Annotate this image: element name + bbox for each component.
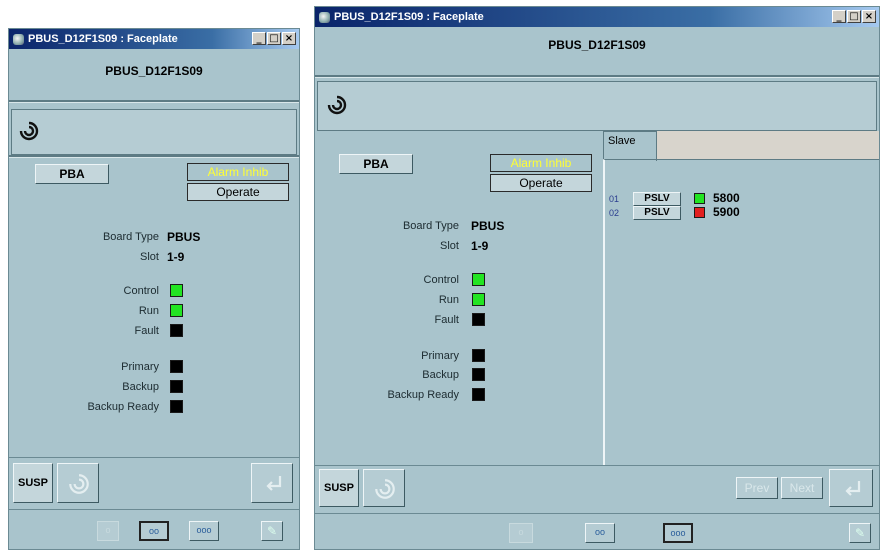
primary-indicator [472,349,485,362]
pba-button[interactable]: PBA [339,154,413,174]
swirl-button[interactable] [363,469,405,507]
operate-button[interactable]: Operate [490,174,592,192]
enter-button[interactable] [829,469,873,507]
faceplate-header: PBUS_D12F1S09 [105,64,203,78]
run-indicator [472,293,485,306]
alarm-inhibit-button[interactable]: Alarm Inhib [490,154,592,172]
window-title: PBUS_D12F1S09 : Faceplate [334,11,484,23]
page-1-button[interactable]: o [97,521,119,541]
slot-value: 1-9 [471,239,489,253]
slave-value: 5800 [713,191,740,205]
pslv-button[interactable]: PSLV [633,206,681,220]
primary-label: Primary [421,350,459,362]
logo-divider [9,155,299,158]
page-2-button[interactable]: oo [139,521,169,541]
swirl-logo-icon [69,474,89,494]
pin-button[interactable]: ✎ [261,521,283,541]
run-indicator [170,304,183,317]
slot-label: Slot [440,240,459,252]
swirl-button[interactable] [57,463,99,503]
header-divider [315,75,879,78]
pslv-button[interactable]: PSLV [633,192,681,206]
tab-slave[interactable]: Slave [603,131,657,161]
control-label: Control [123,285,159,297]
enter-icon [266,476,282,491]
swirl-logo-icon [327,95,347,115]
control-label: Control [423,274,459,286]
board-type-label: Board Type [402,220,459,232]
logo-strip [11,109,297,155]
slot-value: 1-9 [167,250,185,264]
page-2-button[interactable]: oo [585,523,615,543]
page-1-button[interactable]: o [509,523,533,543]
header-divider [9,100,299,103]
footer-divider [9,457,299,458]
pin-button[interactable]: ✎ [849,523,871,543]
susp-button[interactable]: SUSP [13,463,53,503]
page-3-button[interactable]: ooo [189,521,219,541]
pin-icon: ✎ [854,526,866,540]
backup-label: Backup [122,381,159,393]
board-type-label: Board Type [102,231,159,243]
run-label: Run [438,294,459,306]
footer-divider [315,465,879,466]
backup-label: Backup [422,369,459,381]
slave-number: 02 [609,208,620,218]
control-indicator [472,273,485,286]
enter-icon [845,481,861,496]
title-bar[interactable]: PBUS_D12F1S09 : Faceplate _ □ × [315,7,879,27]
logo-strip [317,81,877,131]
faceplate-window-left: PBUS_D12F1S09 : Faceplate _ □ × PBUS_D12… [8,28,300,550]
swirl-logo-icon [19,121,39,141]
app-icon [12,33,25,46]
pager-divider [315,513,879,514]
swirl-logo-icon [375,479,395,499]
control-indicator [170,284,183,297]
backup-ready-indicator [170,400,183,413]
backup-ready-label: Backup Ready [387,389,459,401]
pba-button[interactable]: PBA [35,164,109,184]
page-3-button[interactable]: ooo [663,523,693,543]
next-button[interactable]: Next [781,477,823,499]
maximize-button[interactable]: □ [267,32,281,45]
slave-number: 01 [609,194,620,204]
close-button[interactable]: × [862,10,876,23]
slave-status-indicator [694,207,705,218]
board-type-value: PBUS [471,219,505,233]
enter-button[interactable] [251,463,293,503]
faceplate-header: PBUS_D12F1S09 [548,38,646,52]
slot-label: Slot [140,251,159,263]
operate-button[interactable]: Operate [187,183,289,201]
board-type-value: PBUS [167,230,201,244]
backup-ready-label: Backup Ready [87,401,159,413]
fault-label: Fault [434,314,459,326]
slave-value: 5900 [713,205,740,219]
window-title: PBUS_D12F1S09 : Faceplate [28,33,178,45]
backup-indicator [472,368,485,381]
primary-indicator [170,360,183,373]
minimize-button[interactable]: _ [252,32,266,45]
title-bar[interactable]: PBUS_D12F1S09 : Faceplate _ □ × [9,29,299,49]
fault-label: Fault [134,325,159,337]
app-icon [318,11,331,24]
fault-indicator [170,324,183,337]
faceplate-window-right: PBUS_D12F1S09 : Faceplate _ □ × PBUS_D12… [314,6,880,550]
slave-status-indicator [694,193,705,204]
close-button[interactable]: × [282,32,296,45]
susp-button[interactable]: SUSP [319,469,359,507]
backup-indicator [170,380,183,393]
backup-ready-indicator [472,388,485,401]
pager-divider [9,509,299,510]
fault-indicator [472,313,485,326]
maximize-button[interactable]: □ [847,10,861,23]
pin-icon: ✎ [266,524,278,538]
primary-label: Primary [121,361,159,373]
alarm-inhibit-button[interactable]: Alarm Inhib [187,163,289,181]
prev-button[interactable]: Prev [736,477,778,499]
run-label: Run [138,305,159,317]
minimize-button[interactable]: _ [832,10,846,23]
